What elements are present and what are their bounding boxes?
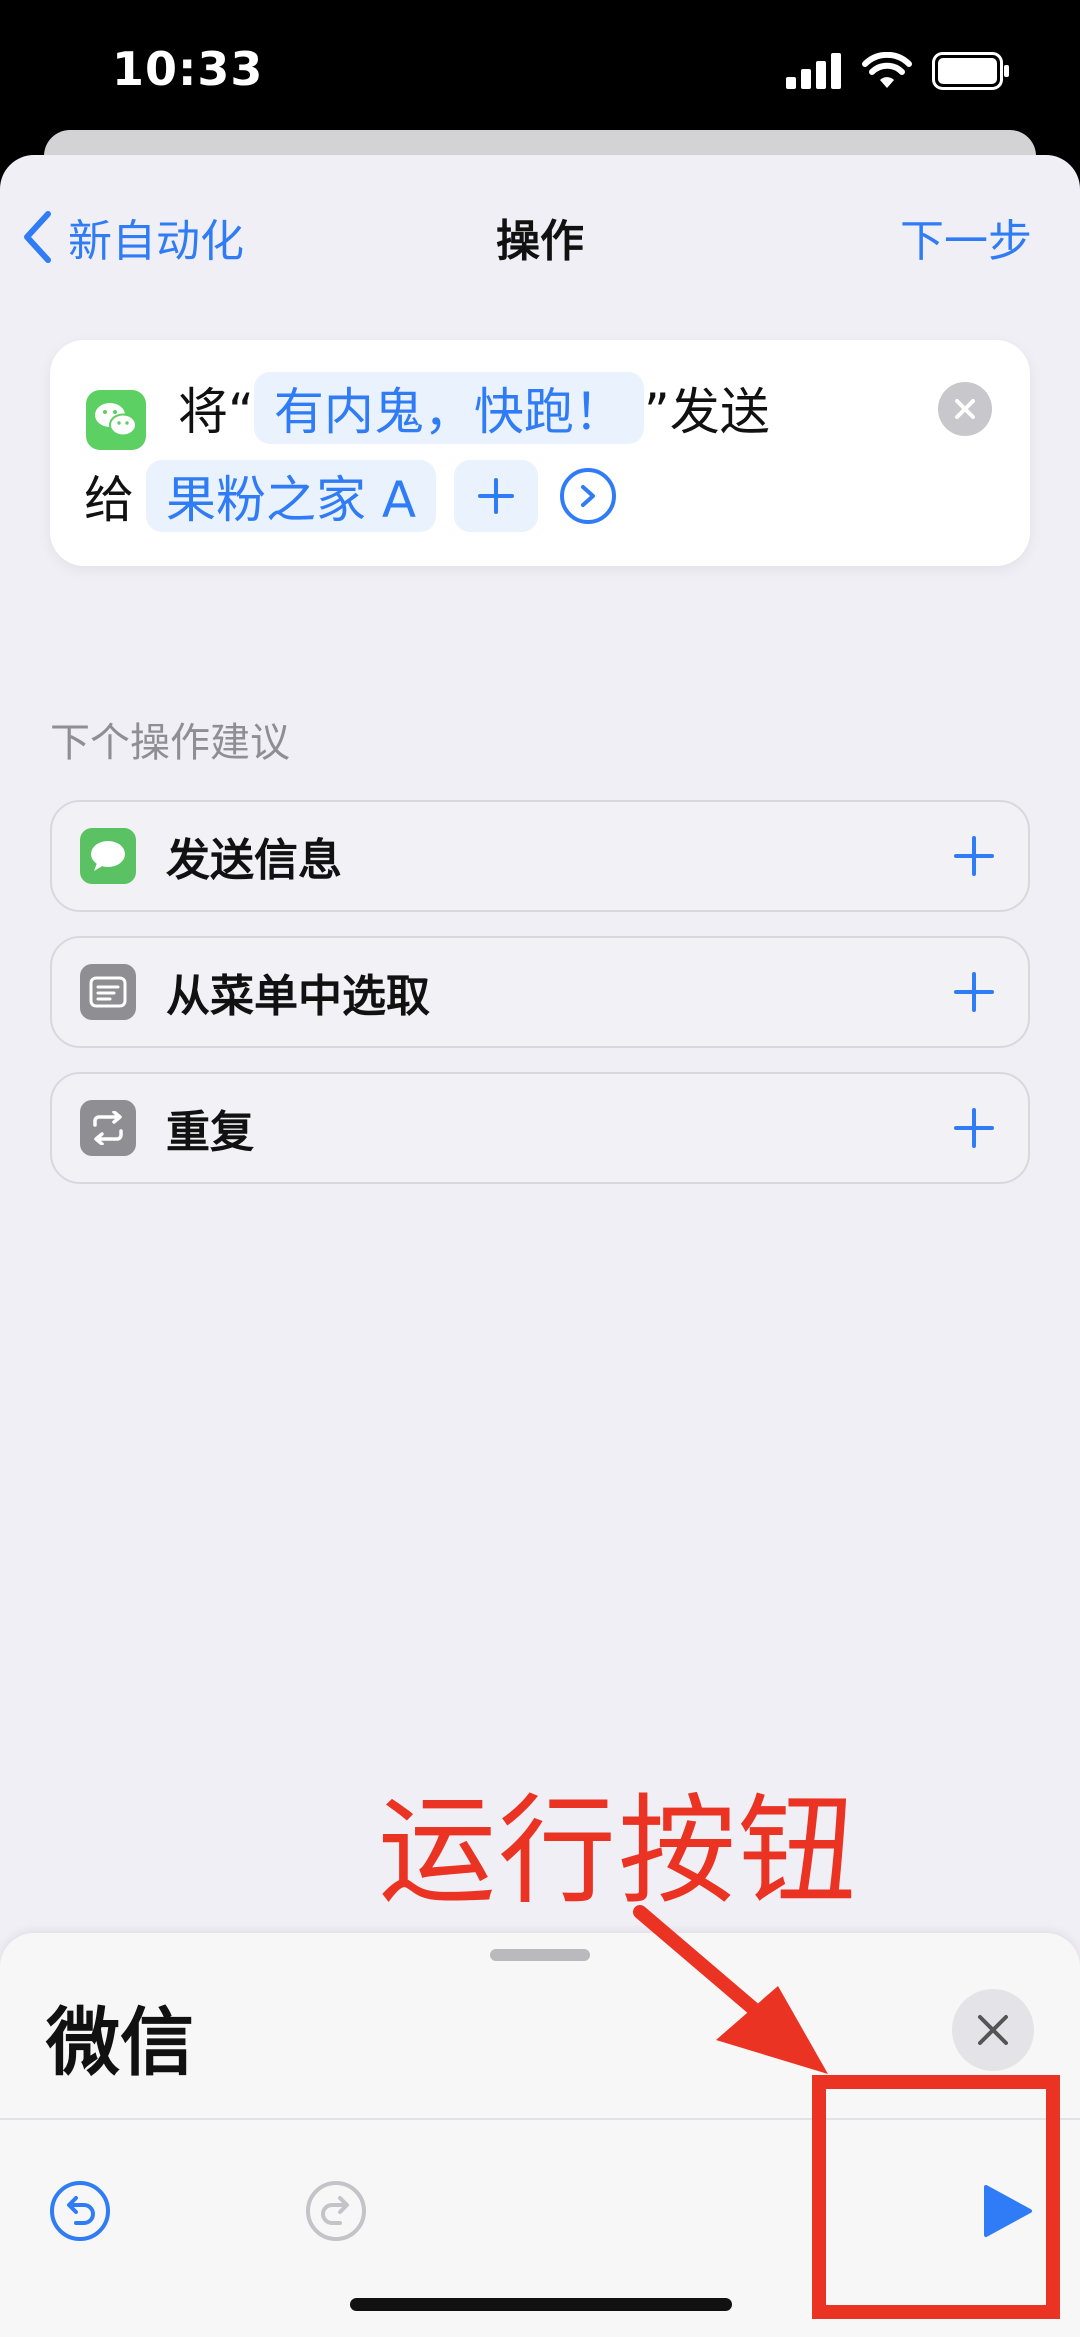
sheet-grabber[interactable]: [490, 1949, 590, 1961]
menu-icon: [80, 964, 136, 1020]
close-panel-button[interactable]: [952, 1989, 1034, 2071]
status-time: 10:33: [112, 42, 264, 96]
next-button[interactable]: 下一步: [900, 205, 1032, 269]
messages-icon: [80, 828, 136, 884]
wechat-action-card: 将“ 有内鬼，快跑！ ”发送 给 果粉之家 A: [50, 340, 1030, 566]
suggestion-label: 从菜单中选取: [166, 971, 430, 1022]
plus-icon: [954, 836, 994, 876]
plus-icon: [478, 478, 515, 514]
expand-button[interactable]: [560, 468, 617, 524]
suggestion-repeat[interactable]: 重复: [50, 1072, 1030, 1184]
suggestion-send-message[interactable]: 发送信息: [50, 800, 1030, 912]
suggestions-title: 下个操作建议: [50, 720, 290, 766]
action-prefix: 将“: [178, 383, 254, 441]
to-label: 给: [84, 471, 134, 529]
status-bar: 10:33: [0, 0, 1080, 140]
redo-icon[interactable]: [304, 2179, 368, 2243]
suggestion-label: 重复: [166, 1107, 254, 1158]
chevron-right-icon: [581, 485, 596, 507]
wechat-icon: [86, 390, 146, 450]
home-indicator: [350, 2298, 732, 2311]
recipient-token[interactable]: 果粉之家 A: [146, 460, 437, 532]
annotation-label: 运行按钮: [378, 1782, 859, 1920]
close-icon: [955, 399, 975, 419]
action-line-2: 给 果粉之家 A: [84, 460, 617, 532]
plus-icon: [954, 1108, 994, 1148]
action-line-1: 将“ 有内鬼，快跑！ ”发送: [178, 372, 770, 444]
panel-title: 微信: [46, 2000, 194, 2086]
remove-action-button[interactable]: [938, 382, 992, 436]
plus-icon: [954, 972, 994, 1012]
suggestion-choose-from-menu[interactable]: 从菜单中选取: [50, 936, 1030, 1048]
action-suffix: ”发送: [643, 383, 770, 441]
wifi-icon: [862, 52, 912, 88]
add-suggestion-button[interactable]: [944, 826, 1004, 886]
repeat-icon: [80, 1100, 136, 1156]
message-token[interactable]: 有内鬼，快跑！: [253, 372, 644, 444]
undo-icon[interactable]: [48, 2179, 112, 2243]
suggestion-label: 发送信息: [166, 835, 342, 886]
annotation-highlight-box: [812, 2075, 1060, 2319]
close-icon: [978, 2015, 1008, 2045]
status-icons: [786, 52, 1010, 90]
add-suggestion-button[interactable]: [944, 1098, 1004, 1158]
battery-icon: [932, 52, 1009, 90]
add-suggestion-button[interactable]: [944, 962, 1004, 1022]
add-recipient-button[interactable]: [454, 460, 539, 532]
signal-icon: [786, 53, 841, 89]
